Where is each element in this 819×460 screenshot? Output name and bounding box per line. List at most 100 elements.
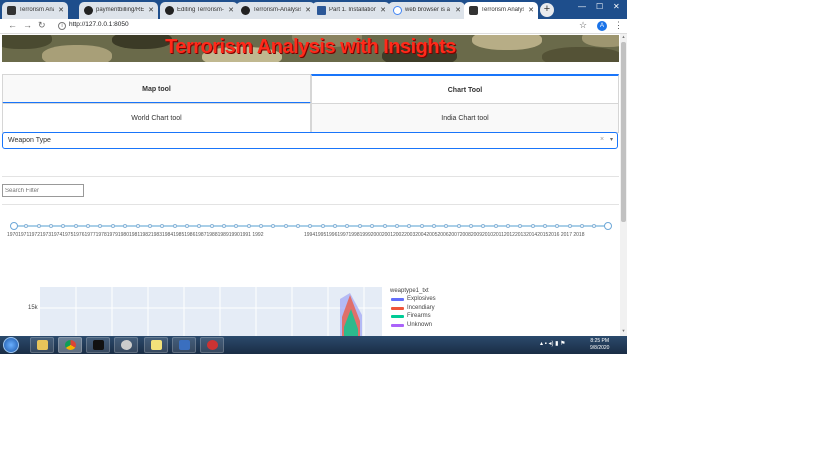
slider-mark: [209, 224, 214, 228]
browser-tab[interactable]: paymentbilling/RE ✕: [79, 2, 158, 19]
slider-mark: [296, 224, 301, 228]
notes-icon: [151, 340, 162, 350]
divider: [2, 204, 619, 205]
scroll-thumb[interactable]: [621, 42, 626, 222]
page-title: Terrorism Analysis with Insights: [165, 36, 456, 58]
screen: Terrorism Analysis ✕ paymentbilling/RE ✕…: [0, 0, 627, 354]
slider-mark: [592, 224, 597, 228]
slider-mark: [456, 224, 461, 228]
close-icon[interactable]: ✕: [305, 6, 311, 14]
plot-area: [40, 287, 382, 336]
slider-mark: [123, 224, 128, 228]
slider-mark: [221, 224, 226, 228]
scroll-up-icon[interactable]: ▲: [620, 34, 627, 39]
bookmark-star-icon[interactable]: ☆: [579, 20, 587, 31]
chevron-down-icon[interactable]: ▾: [610, 136, 613, 143]
search-filter-input[interactable]: [2, 184, 84, 197]
new-tab-button[interactable]: +: [540, 3, 554, 17]
clear-icon[interactable]: ×: [600, 136, 604, 143]
close-icon[interactable]: ✕: [58, 6, 64, 14]
legend-title: weaptype1_txt: [390, 288, 429, 294]
legend-item[interactable]: Unknown: [390, 322, 436, 331]
close-icon[interactable]: ✕: [148, 6, 154, 14]
app-icon: [179, 340, 190, 350]
browser-tab[interactable]: Terrorism-Analysis ✕: [236, 2, 315, 19]
slider-mark: [394, 224, 399, 228]
slider-mark: [86, 224, 91, 228]
legend-item[interactable]: Incendiary: [390, 305, 436, 314]
slider-mark: [518, 224, 523, 228]
slider-mark: [135, 224, 140, 228]
browser-tab-title: Terrorism Analysis: [481, 7, 524, 13]
weapon-type-dropdown[interactable]: Weapon Type × ▾: [2, 132, 618, 149]
slider-mark: [184, 224, 189, 228]
taskbar-terminal[interactable]: [86, 337, 110, 353]
legend-label: Unknown: [407, 321, 433, 328]
tab-india-chart-tool[interactable]: India Chart tool: [311, 103, 619, 133]
start-button[interactable]: [3, 337, 19, 353]
browser-tab-strip: Terrorism Analysis ✕ paymentbilling/RE ✕…: [0, 0, 627, 19]
taskbar-chrome[interactable]: [58, 337, 82, 353]
tab-chart-tool[interactable]: Chart Tool: [311, 74, 619, 104]
system-tray[interactable]: ▴ ▪ ◂) ▮ ⚑: [540, 340, 566, 347]
sub-tabs: World Chart tool India Chart tool: [2, 103, 619, 133]
url-text[interactable]: http://127.0.0.1:8050: [69, 21, 129, 28]
reload-icon[interactable]: ↻: [38, 20, 46, 31]
browser-tab-active[interactable]: Terrorism Analysis ✕: [464, 2, 538, 19]
slider-mark: [431, 224, 436, 228]
window-close-icon[interactable]: ✕: [613, 2, 620, 11]
slider-mark: [419, 224, 424, 228]
legend-label: Firearms: [407, 313, 431, 319]
maximize-icon[interactable]: ☐: [596, 2, 603, 11]
legend-item[interactable]: Explosives: [390, 296, 436, 305]
scroll-down-icon[interactable]: ▼: [620, 328, 627, 333]
close-icon[interactable]: ✕: [380, 6, 386, 14]
legend-item[interactable]: Firearms: [390, 313, 436, 322]
slider-mark: [234, 224, 239, 228]
profile-avatar[interactable]: A: [597, 21, 607, 31]
browser-tab[interactable]: Part 1. Installation ✕: [312, 2, 390, 19]
browser-tab[interactable]: Editing Terrorism- ✕: [160, 2, 238, 19]
github-icon: [241, 6, 250, 15]
slider-mark: [444, 224, 449, 228]
slider-year-labels: 1994199519961997199819992000200120022003…: [304, 232, 585, 238]
info-icon[interactable]: i: [58, 22, 66, 30]
slider-mark: [382, 224, 387, 228]
close-icon[interactable]: ✕: [228, 6, 234, 14]
taskbar-explorer[interactable]: [30, 337, 54, 353]
divider: [2, 176, 619, 177]
terminal-icon: [93, 340, 104, 350]
address-bar[interactable]: i http://127.0.0.1:8050: [55, 20, 595, 32]
taskbar-settings[interactable]: [200, 337, 224, 353]
slider-mark: [197, 224, 202, 228]
slider-mark: [36, 224, 41, 228]
slider-handle-end[interactable]: [604, 222, 612, 230]
browser-tab[interactable]: web browser is a w ✕: [388, 2, 465, 19]
browser-tab-title: paymentbilling/RE: [96, 7, 144, 13]
slider-mark: [345, 224, 350, 228]
close-icon[interactable]: ✕: [528, 6, 534, 14]
close-icon[interactable]: ✕: [455, 6, 461, 14]
forward-icon[interactable]: →: [23, 20, 32, 30]
taskbar-notes[interactable]: [144, 337, 168, 353]
vertical-scrollbar[interactable]: ▲ ▼: [620, 34, 627, 336]
taskbar-media[interactable]: [114, 337, 138, 353]
minimize-icon[interactable]: —: [578, 2, 586, 11]
browser-tab[interactable]: Terrorism Analysis ✕: [2, 2, 68, 19]
clock-date: 9/8/2020: [590, 345, 610, 351]
slider-handle-start[interactable]: [10, 222, 18, 230]
taskbar-clock[interactable]: 8:25 PM 9/8/2020: [590, 338, 609, 352]
taskbar-app[interactable]: [172, 337, 196, 353]
tab-world-chart-tool[interactable]: World Chart tool: [2, 103, 311, 133]
folder-icon: [37, 340, 48, 350]
tab-map-tool[interactable]: Map tool: [2, 74, 311, 104]
menu-icon[interactable]: ⋮: [614, 20, 623, 31]
grid-lines: [40, 287, 382, 336]
slider-mark: [283, 224, 288, 228]
slider-mark: [160, 224, 165, 228]
back-icon[interactable]: ←: [8, 20, 17, 30]
legend-label: Incendiary: [407, 304, 435, 311]
year-range-slider[interactable]: 1970197119721973197419751976197719781979…: [7, 222, 612, 242]
browser-tab-title: Editing Terrorism-: [177, 7, 224, 13]
slider-mark: [61, 224, 66, 228]
